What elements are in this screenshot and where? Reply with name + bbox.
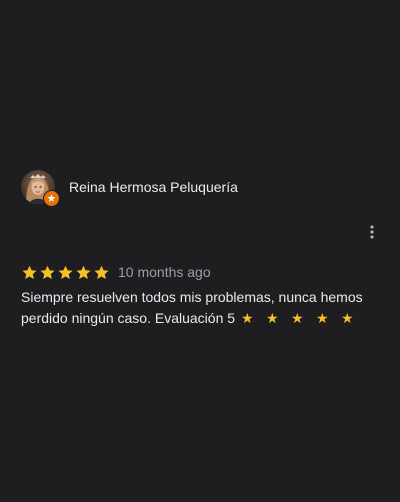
local-guide-badge-icon [43, 190, 60, 207]
reviewer-name[interactable]: Reina Hermosa Peluquería [69, 170, 238, 204]
star-icon [40, 265, 55, 279]
star-rating [21, 264, 110, 281]
reviewer-header: Reina Hermosa Peluquería [21, 170, 238, 207]
star-icon [58, 265, 73, 279]
inline-star-emoji: ★ ★ ★ ★ ★ [240, 311, 358, 327]
review-card: Reina Hermosa Peluquería 10 months ago S… [0, 0, 400, 502]
more-vert-icon [370, 225, 374, 239]
more-options-button[interactable] [362, 222, 382, 242]
reviewer-avatar[interactable] [21, 170, 60, 207]
star-icon [94, 265, 109, 279]
rating-row: 10 months ago [21, 263, 211, 281]
review-time: 10 months ago [118, 264, 211, 280]
star-icon [22, 265, 37, 279]
star-icon [76, 265, 91, 279]
review-text: Siempre resuelven todos mis problemas, n… [21, 287, 381, 330]
